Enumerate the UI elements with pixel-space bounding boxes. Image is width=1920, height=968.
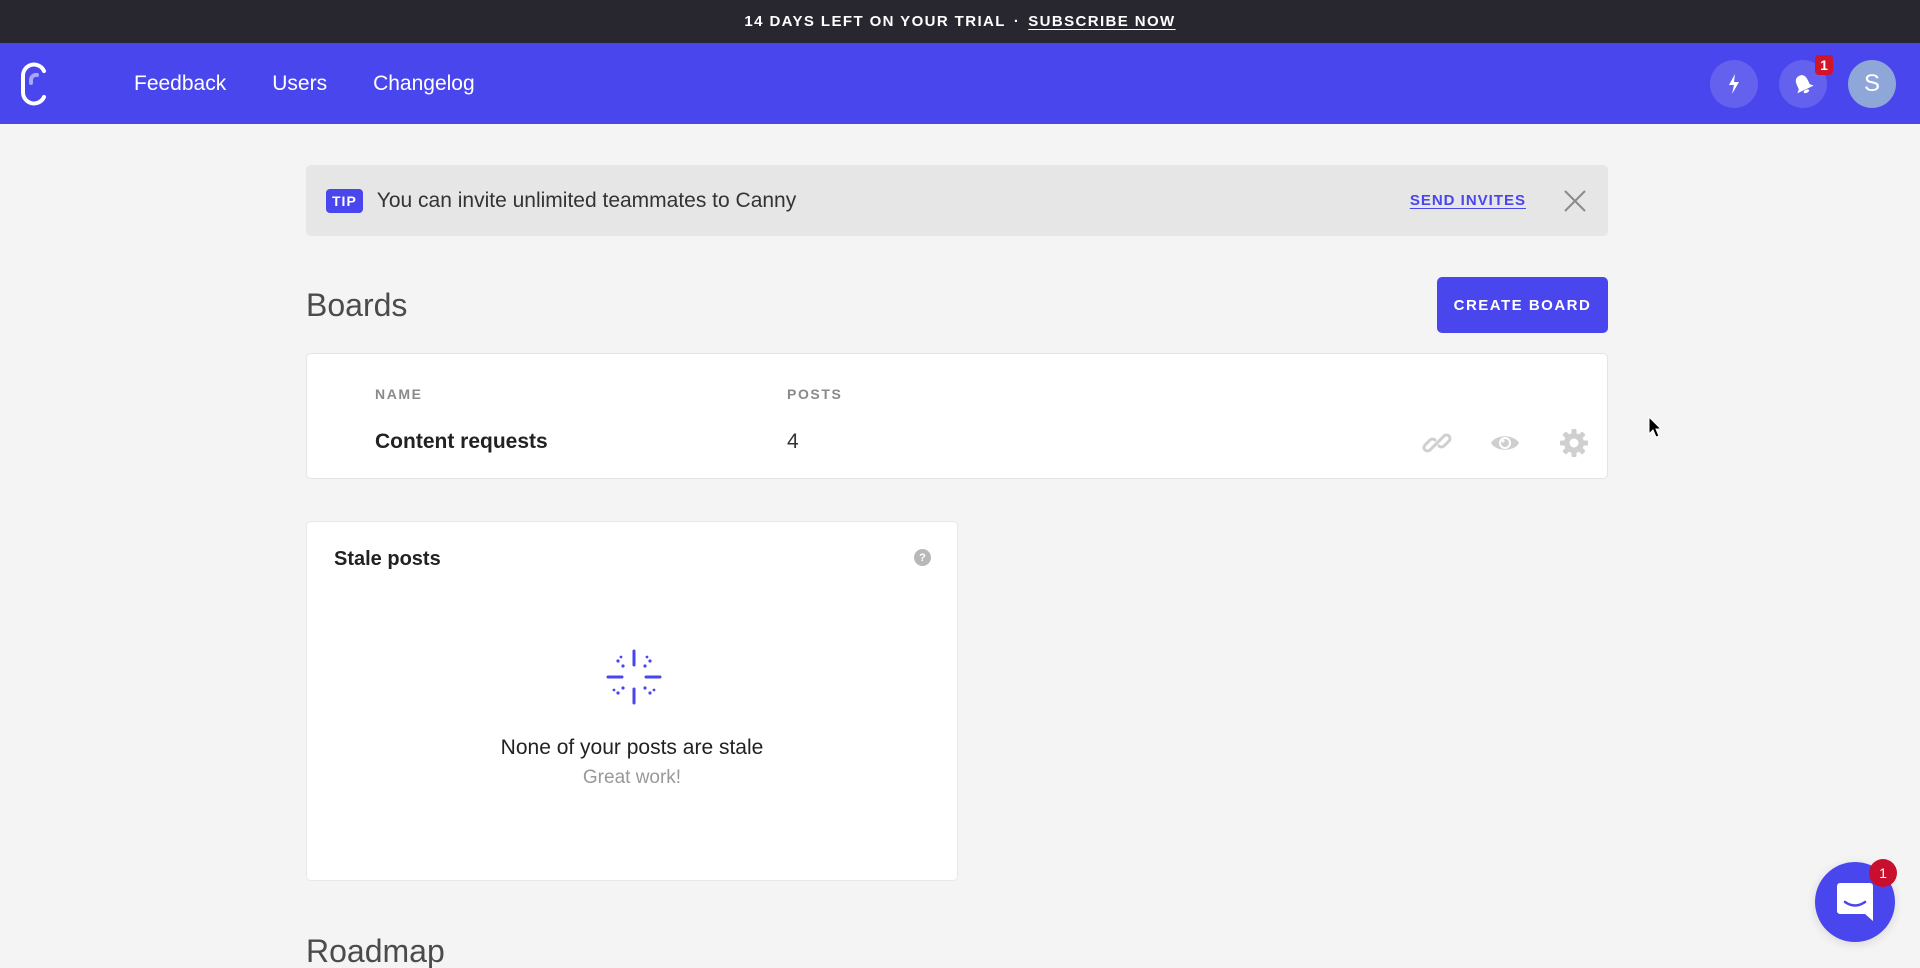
trial-separator: · — [1013, 13, 1021, 30]
table-row[interactable]: Content requests 4 — [307, 428, 1607, 466]
help-icon[interactable]: ? — [914, 549, 931, 566]
create-board-button[interactable]: CREATE BOARD — [1437, 277, 1608, 333]
trial-message: 14 DAYS LEFT ON YOUR TRIAL — [744, 13, 1006, 30]
nav-link-users[interactable]: Users — [272, 72, 327, 96]
mouse-cursor-icon — [1648, 416, 1663, 438]
stale-empty-message: None of your posts are stale — [500, 736, 764, 759]
subscribe-now-link[interactable]: SUBSCRIBE NOW — [1028, 13, 1175, 30]
tip-banner: TIP You can invite unlimited teammates t… — [306, 165, 1608, 236]
dashboard-main: TIP You can invite unlimited teammates t… — [306, 165, 1608, 968]
boards-table: NAME POSTS Content requests 4 — [306, 353, 1608, 479]
close-icon[interactable] — [1562, 188, 1588, 214]
board-name[interactable]: Content requests — [375, 430, 548, 454]
top-navbar: Feedback Users Changelog 1 S — [0, 43, 1920, 124]
tip-badge: TIP — [326, 188, 363, 213]
boards-header: Boards CREATE BOARD — [306, 277, 1608, 333]
stale-empty-subtext: Great work! — [582, 767, 682, 788]
tip-text: You can invite unlimited teammates to Ca… — [376, 188, 797, 212]
roadmap-title: Roadmap — [306, 933, 445, 968]
notification-count-badge: 1 — [1815, 54, 1833, 75]
column-header-name: NAME — [375, 386, 423, 402]
trial-banner: 14 DAYS LEFT ON YOUR TRIAL · SUBSCRIBE N… — [0, 0, 1920, 43]
stale-posts-title: Stale posts — [334, 548, 441, 570]
sparkle-icon — [606, 649, 662, 705]
chat-icon — [1837, 883, 1873, 921]
column-header-posts: POSTS — [787, 386, 843, 402]
nav-actions: 1 S — [1710, 43, 1896, 124]
link-icon[interactable] — [1422, 428, 1452, 458]
send-invites-link[interactable]: SEND INVITES — [1410, 192, 1526, 209]
chat-unread-badge: 1 — [1869, 859, 1897, 887]
quick-actions-button[interactable] — [1710, 59, 1758, 108]
bell-icon — [1795, 74, 1814, 93]
notifications-button[interactable]: 1 — [1779, 54, 1833, 108]
nav-link-feedback[interactable]: Feedback — [134, 72, 226, 96]
nav-links: Feedback Users Changelog — [134, 72, 475, 96]
lightning-icon — [1729, 73, 1739, 94]
nav-link-changelog[interactable]: Changelog — [373, 72, 475, 96]
user-avatar[interactable]: S — [1848, 59, 1896, 108]
chat-launcher-button[interactable]: 1 — [1815, 859, 1897, 942]
board-post-count: 4 — [787, 430, 799, 453]
gear-icon[interactable] — [1559, 428, 1589, 458]
boards-title: Boards — [306, 286, 408, 323]
eye-icon[interactable] — [1490, 428, 1520, 458]
canny-logo-icon[interactable] — [18, 61, 50, 107]
stale-posts-card: Stale posts ? None of your posts are sta… — [306, 521, 958, 881]
